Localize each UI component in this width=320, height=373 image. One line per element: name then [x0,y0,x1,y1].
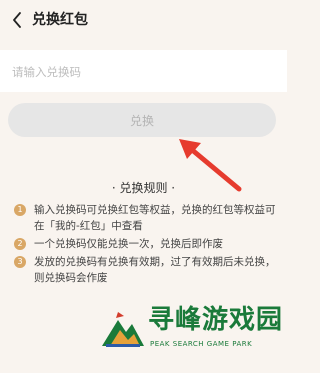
watermark-subtitle: PEAK SEARCH GAME PARK [150,340,253,348]
watermark-title: 寻峰游戏园 [148,305,284,335]
page-title: 兑换红包 [32,12,88,28]
rules-title: · 兑换规则 · [111,181,176,195]
rule-item: 2 一个兑换码仅能兑换一次，兑换后即作废 [14,236,276,252]
chevron-left-icon [13,12,21,28]
rule-number-badge: 1 [14,204,26,216]
rule-text: 输入兑换码可兑换红包等权益，兑换的红包等权益可在「我的-红包」中查看 [34,204,276,232]
rule-item: 3 发放的兑换码有兑换有效期，过了有效期后未兑换，则兑换码会作废 [14,254,276,286]
watermark: 寻峰游戏园 PEAK SEARCH GAME PARK [100,300,287,373]
rules-list: 1 输入兑换码可兑换红包等权益，兑换的红包等权益可在「我的-红包」中查看 2 一… [14,202,276,288]
redeem-code-field-row [0,50,287,92]
back-button[interactable] [8,9,26,31]
rule-item: 1 输入兑换码可兑换红包等权益，兑换的红包等权益可在「我的-红包」中查看 [14,202,276,234]
rule-text: 发放的兑换码有兑换有效期，过了有效期后未兑换，则兑换码会作废 [34,256,276,284]
rule-number-badge: 2 [14,238,26,250]
mountain-logo-icon [102,312,144,347]
rule-number-badge: 3 [14,256,26,268]
redeem-button[interactable]: 兑换 [8,103,276,137]
rule-text: 一个兑换码仅能兑换一次，兑换后即作废 [34,238,223,250]
redeem-code-input[interactable] [10,62,274,82]
top-nav-bar: 兑换红包 [0,0,287,40]
